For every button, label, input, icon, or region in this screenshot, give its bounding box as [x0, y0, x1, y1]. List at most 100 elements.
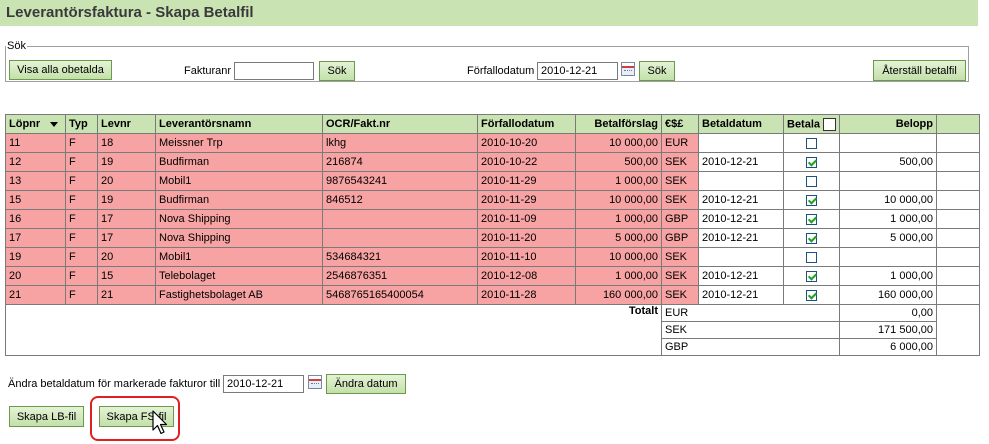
page-title-bar: Leverantörsfaktura - Skapa Betalfil: [0, 0, 978, 26]
cell-namn: Mobil1: [155, 247, 323, 267]
cell-typ: F: [65, 285, 98, 305]
column-header-forfallodatum[interactable]: Förfallodatum: [477, 114, 576, 134]
cell-typ: F: [65, 171, 98, 191]
create-lb-file-button[interactable]: Skapa LB-fil: [9, 406, 84, 427]
cell-forfallo: 2010-10-20: [477, 133, 576, 153]
cell-forslag: 1 000,00: [575, 266, 662, 286]
column-header-typ[interactable]: Typ: [65, 114, 98, 134]
cell-extra: [936, 247, 980, 267]
cell-ocr: 534684321: [322, 247, 478, 267]
total-currency: SEK: [662, 322, 839, 339]
cell-betala: [783, 209, 840, 229]
cell-belopp: [839, 171, 937, 191]
cell-betala: [783, 285, 840, 305]
cell-extra: [936, 209, 980, 229]
cell-valuta: SEK: [661, 247, 699, 267]
due-date-input[interactable]: [537, 62, 618, 80]
column-header-lopnr[interactable]: Löpnr: [5, 114, 66, 134]
cell-extra: [936, 152, 980, 172]
column-header-betalforslag[interactable]: Betalförslag: [575, 114, 662, 134]
cell-forfallo: 2010-11-28: [477, 285, 576, 305]
cell-namn: Nova Shipping: [155, 209, 323, 229]
totals-row: Totalt EUR SEK GBP 0,00 171 500,00 6 000,00: [5, 304, 980, 356]
cell-levnr: 17: [97, 209, 156, 229]
cell-forslag: 500,00: [575, 152, 662, 172]
column-header-extra: [936, 114, 980, 134]
cell-levnr: 20: [97, 171, 156, 191]
pay-checkbox[interactable]: [806, 175, 817, 187]
reset-payment-file-button[interactable]: Återställ betalfil: [873, 60, 966, 81]
cell-forslag: 5 000,00: [575, 228, 662, 248]
cell-betaldatum: [698, 247, 784, 267]
column-header-leverantorsnamn[interactable]: Leverantörsnamn: [155, 114, 323, 134]
invoice-table: Löpnr Typ Levnr Leverantörsnamn OCR/Fakt…: [5, 114, 980, 356]
cell-forfallo: 2010-10-22: [477, 152, 576, 172]
table-row: 15 F 19 Budfirman 846512 2010-11-29 10 000,00 S…: [5, 190, 980, 210]
cell-namn: Mobil1: [155, 171, 323, 191]
pay-checkbox[interactable]: [806, 213, 817, 225]
search-due-date-button[interactable]: Sök: [639, 61, 675, 81]
cell-forfallo: 2010-12-08: [477, 266, 576, 286]
column-header-levnr[interactable]: Levnr: [97, 114, 156, 134]
pay-checkbox[interactable]: [806, 270, 817, 282]
pay-checkbox[interactable]: [806, 289, 817, 301]
totals-currency-list: EUR SEK GBP: [662, 306, 839, 355]
cell-forslag: 10 000,00: [575, 133, 662, 153]
cell-betaldatum: 2010-12-21: [698, 266, 784, 286]
cell-typ: F: [65, 209, 98, 229]
cell-levnr: 19: [97, 190, 156, 210]
cell-forslag: 1 000,00: [575, 209, 662, 229]
column-header-ocr[interactable]: OCR/Fakt.nr: [322, 114, 478, 134]
cell-extra: [936, 228, 980, 248]
cell-betala: [783, 190, 840, 210]
cell-lopnr: 11: [5, 133, 66, 153]
cell-typ: F: [65, 228, 98, 248]
calendar-icon[interactable]: [308, 375, 322, 389]
column-header-valuta[interactable]: €$£: [661, 114, 699, 134]
sort-desc-icon[interactable]: [50, 121, 59, 127]
calendar-icon[interactable]: [621, 62, 635, 76]
cell-namn: Telebolaget: [155, 266, 323, 286]
cell-betala: [783, 228, 840, 248]
total-amount: 0,00: [840, 306, 936, 322]
pay-checkbox[interactable]: [806, 232, 817, 244]
cell-valuta: EUR: [661, 133, 699, 153]
pay-checkbox[interactable]: [806, 156, 817, 168]
cell-extra: [936, 133, 980, 153]
cell-belopp: 160 000,00: [839, 285, 937, 305]
change-date-button[interactable]: Ändra datum: [326, 374, 406, 394]
total-currency: GBP: [665, 341, 689, 353]
cell-ocr: 5468765165400054: [322, 285, 478, 305]
cell-lopnr: 16: [5, 209, 66, 229]
cell-typ: F: [65, 190, 98, 210]
change-date-input[interactable]: [223, 375, 304, 393]
column-header-betala[interactable]: Betala: [783, 114, 840, 134]
cell-extra: [936, 190, 980, 210]
cell-forfallo: 2010-11-10: [477, 247, 576, 267]
cell-namn: Fastighetsbolaget AB: [155, 285, 323, 305]
change-date-label: Ändra betaldatum för markerade fakturor …: [8, 378, 221, 390]
search-invoice-button[interactable]: Sök: [319, 61, 355, 81]
cell-belopp: 500,00: [839, 152, 937, 172]
pay-checkbox[interactable]: [806, 251, 817, 263]
column-header-belopp[interactable]: Belopp: [839, 114, 937, 134]
due-date-label: Förfallodatum: [467, 65, 535, 77]
cell-namn: Nova Shipping: [155, 228, 323, 248]
select-all-checkbox[interactable]: [823, 117, 837, 131]
cell-typ: F: [65, 152, 98, 172]
cell-belopp: [839, 247, 937, 267]
pay-checkbox[interactable]: [806, 194, 817, 206]
total-amount: 171 500,00: [840, 322, 936, 339]
column-header-betaldatum[interactable]: Betaldatum: [698, 114, 784, 134]
cell-forfallo: 2010-11-29: [477, 171, 576, 191]
show-all-unpaid-button[interactable]: Visa alla obetalda: [9, 60, 112, 80]
pay-checkbox[interactable]: [806, 137, 817, 149]
invoice-no-label: Fakturanr: [184, 65, 232, 77]
cell-extra: [936, 285, 980, 305]
cell-extra: [936, 266, 980, 286]
cell-forfallo: 2010-11-20: [477, 228, 576, 248]
table-row: 20 F 15 Telebolaget 2546876351 2010-12-08 1 00…: [5, 266, 980, 286]
cell-levnr: 21: [97, 285, 156, 305]
invoice-no-input[interactable]: [234, 62, 314, 80]
table-row: 13 F 20 Mobil1 9876543241 2010-11-29 1 000,00 S…: [5, 171, 980, 191]
